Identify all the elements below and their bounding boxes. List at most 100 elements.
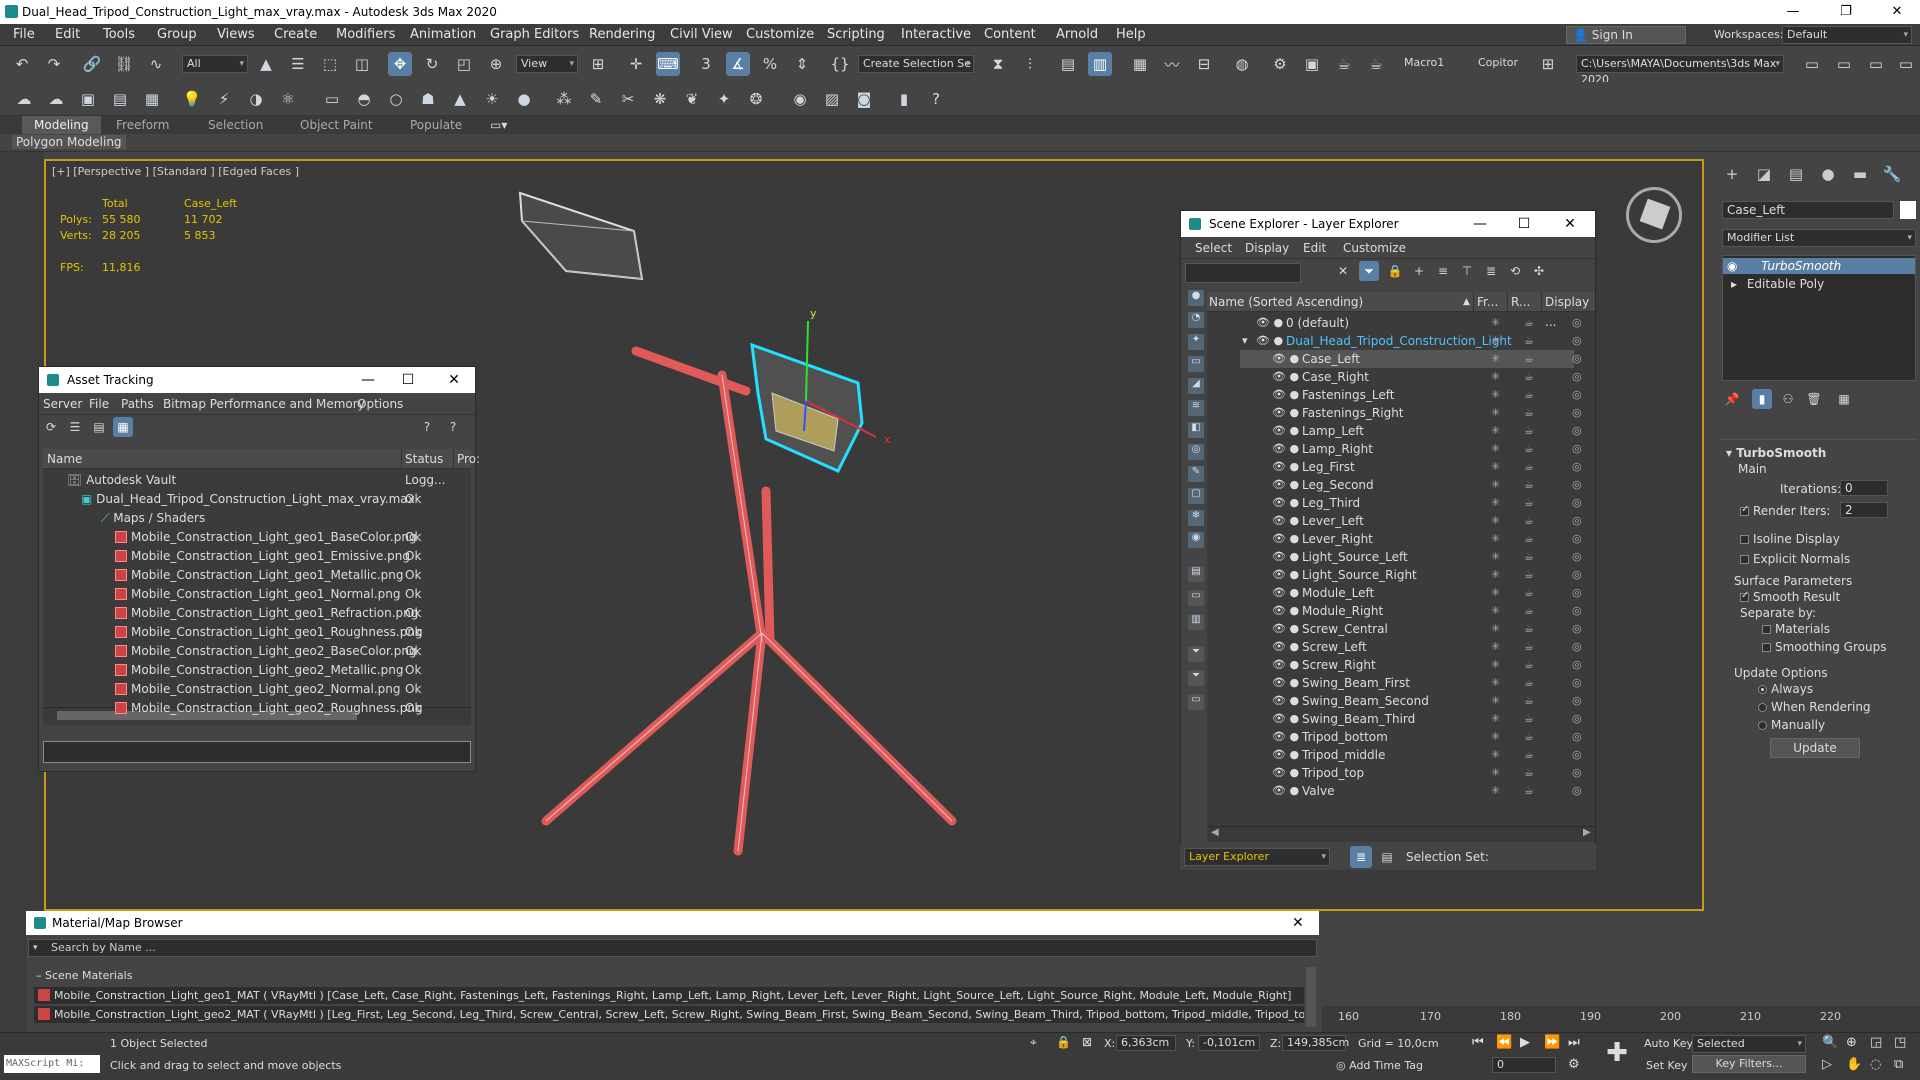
freeze-toggle-icon[interactable]: ✳ bbox=[1491, 386, 1500, 404]
ribbon-toggle-icon[interactable]: ▦ bbox=[1128, 52, 1152, 76]
add-to-layer-icon[interactable]: ≡ bbox=[1433, 261, 1453, 281]
visibility-eye-icon[interactable]: 👁 ● bbox=[1272, 458, 1299, 476]
layer-row-object[interactable]: 👁 ● Valve ✳ ☕ ◎ bbox=[1240, 782, 1582, 800]
visibility-eye-icon[interactable]: 👁 ● bbox=[1272, 350, 1299, 368]
zoom-extents-all-icon[interactable]: ◳ bbox=[1894, 1035, 1906, 1050]
rectangular-selection-icon[interactable]: ⬚ bbox=[318, 52, 342, 76]
visibility-eye-icon[interactable]: 👁 ● bbox=[1272, 656, 1299, 674]
displacement-icon[interactable]: ✎ bbox=[584, 87, 608, 111]
render-toggle-icon[interactable]: ☕ bbox=[1524, 332, 1534, 350]
render-toggle-icon[interactable]: ☕ bbox=[1524, 746, 1534, 764]
render-iters-spinner[interactable]: 2 bbox=[1840, 502, 1888, 518]
layer-row-default[interactable]: 👁 ● 0 (default) ✳ ☕ ◎ bbox=[1240, 314, 1582, 332]
menu-scripting[interactable]: Scripting bbox=[827, 24, 885, 46]
display-xrefs-icon[interactable]: ◎ bbox=[1188, 444, 1204, 460]
absolute-mode-icon[interactable]: ⊠ bbox=[1082, 1035, 1092, 1049]
layer-row-object[interactable]: 👁 ● Swing_Beam_First ✳ ☕ ◎ bbox=[1240, 674, 1582, 692]
display-toggle-icon[interactable]: ◎ bbox=[1572, 368, 1582, 386]
freeze-toggle-icon[interactable]: ✳ bbox=[1491, 566, 1500, 584]
modify-tab-icon[interactable]: ◪ bbox=[1752, 165, 1776, 187]
display-toggle-icon[interactable]: ◎ bbox=[1572, 620, 1582, 638]
asset-row-file[interactable]: Mobile_Constraction_Light_geo1_BaseColor… bbox=[115, 528, 471, 547]
visibility-eye-icon[interactable]: 👁 ● bbox=[1272, 512, 1299, 530]
visibility-eye-icon[interactable]: 👁 ● bbox=[1272, 584, 1299, 602]
rendered-frame-icon[interactable]: ▣ bbox=[1300, 52, 1324, 76]
layer-row-object[interactable]: 👁 ● Case_Right ✳ ☕ ◎ bbox=[1240, 368, 1582, 386]
list-view-icon[interactable]: ☰ bbox=[65, 417, 85, 437]
add-time-tag[interactable]: ◎ Add Time Tag bbox=[1336, 1059, 1423, 1072]
curve-editor-icon[interactable]: 〰 bbox=[1160, 52, 1184, 76]
display-toggle-icon[interactable]: ◎ bbox=[1572, 692, 1582, 710]
layer-row-object[interactable]: 👁 ● Lever_Left ✳ ☕ ◎ bbox=[1240, 512, 1582, 530]
display-toggle-icon[interactable]: ◎ bbox=[1572, 638, 1582, 656]
sign-in-button[interactable]: 👤 Sign In bbox=[1566, 26, 1686, 44]
display-toggle-icon[interactable]: ◎ bbox=[1572, 494, 1582, 512]
visibility-eye-icon[interactable]: 👁 ● bbox=[1272, 530, 1299, 548]
workspace-dropdown[interactable]: Default bbox=[1782, 26, 1912, 44]
vray-proxy-icon[interactable]: ⚛ bbox=[276, 87, 300, 111]
display-toggle-icon[interactable]: ◎ bbox=[1572, 314, 1582, 332]
display-toggle-icon[interactable]: ◎ bbox=[1572, 440, 1582, 458]
display-lights-icon[interactable]: ✦ bbox=[1188, 334, 1204, 350]
layer-row-object[interactable]: 👁 ● Module_Left ✳ ☕ ◎ bbox=[1240, 584, 1582, 602]
create-tab-icon[interactable]: + bbox=[1720, 165, 1744, 187]
render-window-icon[interactable]: ▣ bbox=[76, 87, 100, 111]
selection-filter-dropdown[interactable]: All bbox=[182, 55, 248, 73]
asset-row-file[interactable]: Mobile_Constraction_Light_geo1_Normal.pn… bbox=[115, 585, 471, 604]
dome-light-icon[interactable]: ◓ bbox=[352, 87, 376, 111]
sphere-icon[interactable]: ● bbox=[512, 87, 536, 111]
smooth-result-checkbox[interactable] bbox=[1740, 590, 1749, 602]
separate-materials-checkbox[interactable] bbox=[1762, 625, 1771, 634]
visibility-eye-icon[interactable]: 👁 ● bbox=[1256, 332, 1283, 350]
freeze-toggle-icon[interactable]: ✳ bbox=[1491, 782, 1500, 800]
next-frame-icon[interactable]: ⏩ bbox=[1544, 1035, 1560, 1050]
update-rendering-radio[interactable] bbox=[1758, 703, 1767, 712]
scene-explorer-minimize[interactable]: — bbox=[1463, 211, 1497, 237]
modifier-list-dropdown[interactable]: Modifier List bbox=[1722, 229, 1916, 247]
freeze-toggle-icon[interactable]: ✳ bbox=[1491, 692, 1500, 710]
asset-row-file[interactable]: Mobile_Constraction_Light_geo2_Roughness… bbox=[115, 699, 471, 718]
tab-freeform[interactable]: Freeform bbox=[116, 116, 169, 134]
asset-path-field[interactable] bbox=[43, 741, 471, 763]
display-none-icon[interactable]: ▭ bbox=[1188, 590, 1204, 606]
sun-icon[interactable]: ☀ bbox=[480, 87, 504, 111]
scene-menu-edit[interactable]: Edit bbox=[1303, 241, 1326, 255]
display-hidden-icon[interactable]: ◉ bbox=[1188, 532, 1204, 548]
hierarchy-tab-icon[interactable]: ▤ bbox=[1784, 165, 1808, 187]
col-status[interactable]: Status bbox=[405, 449, 443, 469]
menu-group[interactable]: Group bbox=[157, 24, 197, 46]
vray-dome-icon[interactable]: ◑ bbox=[244, 87, 268, 111]
sync-icon[interactable]: ⟲ bbox=[1505, 261, 1525, 281]
lock-icon[interactable]: 🔒 bbox=[1385, 261, 1405, 281]
table-view-icon[interactable]: ▦ bbox=[113, 417, 133, 437]
visibility-eye-icon[interactable]: 👁 ● bbox=[1272, 440, 1299, 458]
asset-row-file[interactable]: Mobile_Constraction_Light_geo2_BaseColor… bbox=[115, 642, 471, 661]
display-toggle-icon[interactable]: ◎ bbox=[1572, 458, 1582, 476]
y-coordinate-field[interactable]: -0,101cm bbox=[1198, 1035, 1260, 1051]
asset-menu-bitmap[interactable]: Bitmap Performance and Memory bbox=[163, 397, 365, 411]
scroll-right-icon[interactable]: ▶ bbox=[1583, 827, 1591, 838]
visibility-eye-icon[interactable]: 👁 ● bbox=[1272, 692, 1299, 710]
turbosmooth-rollout-title[interactable]: ▾ TurboSmooth bbox=[1726, 446, 1826, 460]
render-toggle-icon[interactable]: ☕ bbox=[1524, 494, 1534, 512]
render-toggle-icon[interactable]: ☕ bbox=[1524, 386, 1534, 404]
display-invert-icon[interactable]: ▥ bbox=[1188, 614, 1204, 630]
menu-rendering[interactable]: Rendering bbox=[589, 24, 655, 46]
teapot-icon[interactable]: ☁ bbox=[12, 87, 36, 111]
select-scale-icon[interactable]: ◰ bbox=[452, 52, 476, 76]
layer-explorer-icon[interactable]: ▤ bbox=[1056, 52, 1080, 76]
scene-explorer-icon[interactable]: ▥ bbox=[1088, 52, 1112, 76]
asset-row-file[interactable]: Mobile_Constraction_Light_geo1_Refractio… bbox=[115, 604, 471, 623]
scene-menu-select[interactable]: Select bbox=[1195, 241, 1232, 255]
scene-explorer-close[interactable]: ✕ bbox=[1553, 211, 1587, 237]
col-name[interactable]: Name bbox=[47, 449, 82, 469]
menu-interactive[interactable]: Interactive bbox=[901, 24, 971, 46]
go-to-start-icon[interactable]: ⏮ bbox=[1472, 1035, 1484, 1050]
display-toggle-icon[interactable]: ◎ bbox=[1572, 782, 1582, 800]
separate-smoothing-checkbox[interactable] bbox=[1762, 643, 1771, 652]
layer-row-object[interactable]: 👁 ● Swing_Beam_Third ✳ ☕ ◎ bbox=[1240, 710, 1582, 728]
select-object-icon[interactable]: ▲ bbox=[254, 52, 278, 76]
select-place-icon[interactable]: ⊕ bbox=[484, 52, 508, 76]
visibility-eye-icon[interactable]: 👁 ● bbox=[1272, 782, 1299, 800]
search-expand-icon[interactable]: ▾ bbox=[33, 940, 38, 956]
